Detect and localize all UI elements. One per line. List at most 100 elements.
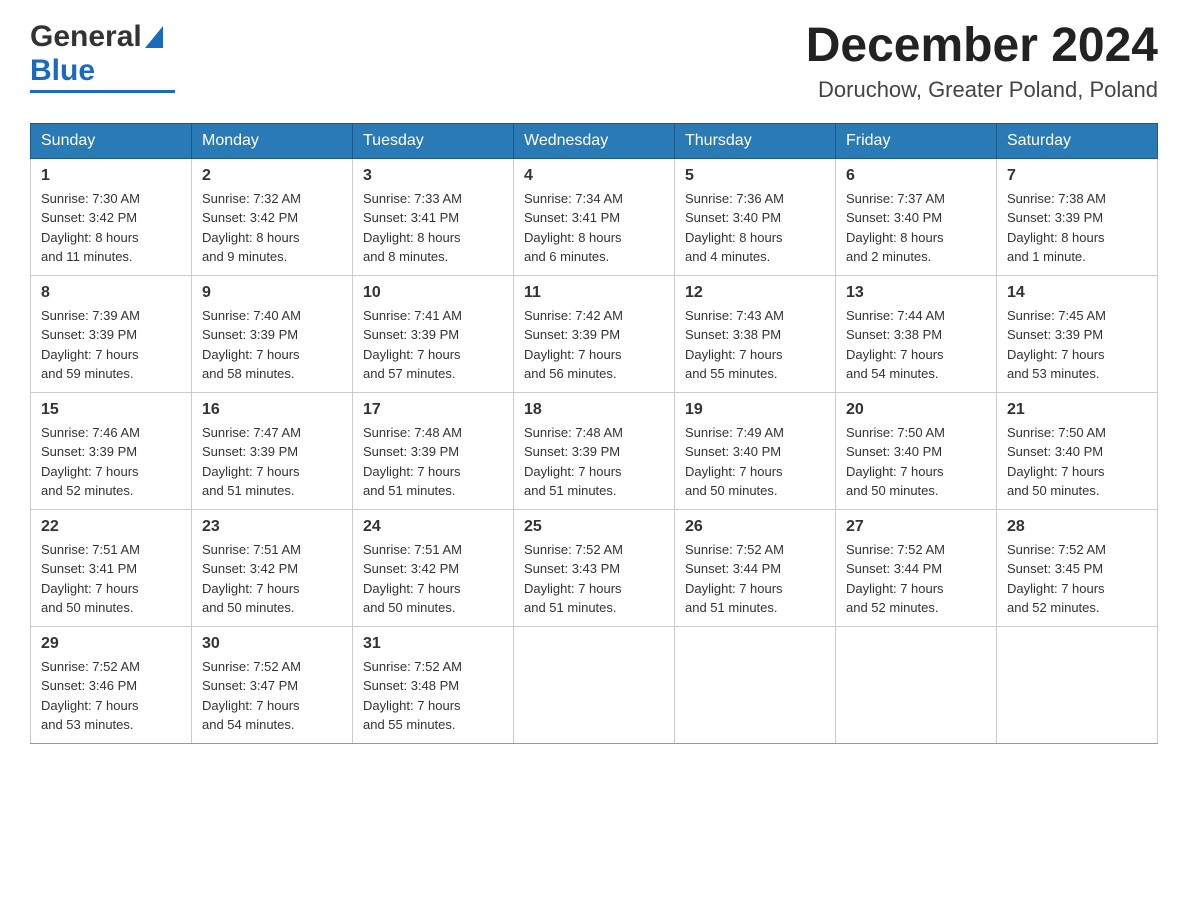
calendar-cell: 23 Sunrise: 7:51 AMSunset: 3:42 PMDaylig…: [192, 509, 353, 626]
calendar-cell: 15 Sunrise: 7:46 AMSunset: 3:39 PMDaylig…: [31, 392, 192, 509]
calendar-cell: 2 Sunrise: 7:32 AMSunset: 3:42 PMDayligh…: [192, 158, 353, 275]
day-number: 1: [41, 167, 181, 185]
day-info: Sunrise: 7:49 AMSunset: 3:40 PMDaylight:…: [685, 423, 825, 501]
day-info: Sunrise: 7:52 AMSunset: 3:44 PMDaylight:…: [846, 540, 986, 618]
day-info: Sunrise: 7:37 AMSunset: 3:40 PMDaylight:…: [846, 189, 986, 267]
day-number: 24: [363, 518, 503, 536]
calendar-cell: 8 Sunrise: 7:39 AMSunset: 3:39 PMDayligh…: [31, 275, 192, 392]
day-number: 17: [363, 401, 503, 419]
day-info: Sunrise: 7:45 AMSunset: 3:39 PMDaylight:…: [1007, 306, 1147, 384]
day-info: Sunrise: 7:32 AMSunset: 3:42 PMDaylight:…: [202, 189, 342, 267]
day-number: 25: [524, 518, 664, 536]
calendar-cell: 5 Sunrise: 7:36 AMSunset: 3:40 PMDayligh…: [675, 158, 836, 275]
calendar-cell: 9 Sunrise: 7:40 AMSunset: 3:39 PMDayligh…: [192, 275, 353, 392]
calendar-cell: 29 Sunrise: 7:52 AMSunset: 3:46 PMDaylig…: [31, 626, 192, 743]
calendar-cell: 31 Sunrise: 7:52 AMSunset: 3:48 PMDaylig…: [353, 626, 514, 743]
day-info: Sunrise: 7:51 AMSunset: 3:42 PMDaylight:…: [363, 540, 503, 618]
day-info: Sunrise: 7:52 AMSunset: 3:43 PMDaylight:…: [524, 540, 664, 618]
calendar-cell: 25 Sunrise: 7:52 AMSunset: 3:43 PMDaylig…: [514, 509, 675, 626]
day-info: Sunrise: 7:48 AMSunset: 3:39 PMDaylight:…: [524, 423, 664, 501]
day-number: 5: [685, 167, 825, 185]
day-info: Sunrise: 7:44 AMSunset: 3:38 PMDaylight:…: [846, 306, 986, 384]
calendar-cell: 3 Sunrise: 7:33 AMSunset: 3:41 PMDayligh…: [353, 158, 514, 275]
logo-underline: [30, 90, 175, 93]
calendar-cell: 1 Sunrise: 7:30 AMSunset: 3:42 PMDayligh…: [31, 158, 192, 275]
day-number: 29: [41, 635, 181, 653]
day-number: 13: [846, 284, 986, 302]
day-info: Sunrise: 7:33 AMSunset: 3:41 PMDaylight:…: [363, 189, 503, 267]
logo-triangle-icon: [145, 26, 163, 53]
calendar-cell: 10 Sunrise: 7:41 AMSunset: 3:39 PMDaylig…: [353, 275, 514, 392]
weekday-header-wednesday: Wednesday: [514, 123, 675, 158]
day-number: 19: [685, 401, 825, 419]
day-info: Sunrise: 7:52 AMSunset: 3:44 PMDaylight:…: [685, 540, 825, 618]
day-number: 11: [524, 284, 664, 302]
calendar-cell: 13 Sunrise: 7:44 AMSunset: 3:38 PMDaylig…: [836, 275, 997, 392]
day-number: 8: [41, 284, 181, 302]
page-header: General Blue December 2024 Doruchow, Gre…: [30, 20, 1158, 103]
day-info: Sunrise: 7:50 AMSunset: 3:40 PMDaylight:…: [1007, 423, 1147, 501]
day-number: 15: [41, 401, 181, 419]
calendar-cell: 30 Sunrise: 7:52 AMSunset: 3:47 PMDaylig…: [192, 626, 353, 743]
day-number: 18: [524, 401, 664, 419]
calendar-table: SundayMondayTuesdayWednesdayThursdayFrid…: [30, 123, 1158, 744]
day-number: 4: [524, 167, 664, 185]
calendar-cell: 6 Sunrise: 7:37 AMSunset: 3:40 PMDayligh…: [836, 158, 997, 275]
calendar-cell: [997, 626, 1158, 743]
weekday-header-saturday: Saturday: [997, 123, 1158, 158]
calendar-cell: 21 Sunrise: 7:50 AMSunset: 3:40 PMDaylig…: [997, 392, 1158, 509]
day-number: 3: [363, 167, 503, 185]
day-number: 20: [846, 401, 986, 419]
calendar-cell: 12 Sunrise: 7:43 AMSunset: 3:38 PMDaylig…: [675, 275, 836, 392]
calendar-cell: 28 Sunrise: 7:52 AMSunset: 3:45 PMDaylig…: [997, 509, 1158, 626]
calendar-cell: [836, 626, 997, 743]
day-number: 12: [685, 284, 825, 302]
day-number: 27: [846, 518, 986, 536]
day-number: 26: [685, 518, 825, 536]
weekday-header-monday: Monday: [192, 123, 353, 158]
calendar-cell: 4 Sunrise: 7:34 AMSunset: 3:41 PMDayligh…: [514, 158, 675, 275]
day-info: Sunrise: 7:39 AMSunset: 3:39 PMDaylight:…: [41, 306, 181, 384]
day-number: 2: [202, 167, 342, 185]
calendar-cell: 19 Sunrise: 7:49 AMSunset: 3:40 PMDaylig…: [675, 392, 836, 509]
weekday-header-tuesday: Tuesday: [353, 123, 514, 158]
calendar-cell: 14 Sunrise: 7:45 AMSunset: 3:39 PMDaylig…: [997, 275, 1158, 392]
calendar-cell: 27 Sunrise: 7:52 AMSunset: 3:44 PMDaylig…: [836, 509, 997, 626]
day-info: Sunrise: 7:47 AMSunset: 3:39 PMDaylight:…: [202, 423, 342, 501]
day-number: 10: [363, 284, 503, 302]
logo-blue-text: Blue: [30, 54, 95, 87]
calendar-cell: [514, 626, 675, 743]
weekday-header-sunday: Sunday: [31, 123, 192, 158]
day-number: 30: [202, 635, 342, 653]
day-info: Sunrise: 7:48 AMSunset: 3:39 PMDaylight:…: [363, 423, 503, 501]
calendar-cell: [675, 626, 836, 743]
calendar-cell: 20 Sunrise: 7:50 AMSunset: 3:40 PMDaylig…: [836, 392, 997, 509]
location-title: Doruchow, Greater Poland, Poland: [806, 77, 1158, 103]
day-info: Sunrise: 7:51 AMSunset: 3:41 PMDaylight:…: [41, 540, 181, 618]
day-info: Sunrise: 7:52 AMSunset: 3:48 PMDaylight:…: [363, 657, 503, 735]
calendar-cell: 24 Sunrise: 7:51 AMSunset: 3:42 PMDaylig…: [353, 509, 514, 626]
day-info: Sunrise: 7:42 AMSunset: 3:39 PMDaylight:…: [524, 306, 664, 384]
calendar-week-1: 1 Sunrise: 7:30 AMSunset: 3:42 PMDayligh…: [31, 158, 1158, 275]
calendar-cell: 11 Sunrise: 7:42 AMSunset: 3:39 PMDaylig…: [514, 275, 675, 392]
day-info: Sunrise: 7:46 AMSunset: 3:39 PMDaylight:…: [41, 423, 181, 501]
month-title: December 2024: [806, 20, 1158, 73]
day-number: 6: [846, 167, 986, 185]
day-number: 22: [41, 518, 181, 536]
calendar-cell: 26 Sunrise: 7:52 AMSunset: 3:44 PMDaylig…: [675, 509, 836, 626]
day-info: Sunrise: 7:52 AMSunset: 3:45 PMDaylight:…: [1007, 540, 1147, 618]
day-info: Sunrise: 7:41 AMSunset: 3:39 PMDaylight:…: [363, 306, 503, 384]
day-info: Sunrise: 7:40 AMSunset: 3:39 PMDaylight:…: [202, 306, 342, 384]
weekday-header-row: SundayMondayTuesdayWednesdayThursdayFrid…: [31, 123, 1158, 158]
calendar-week-2: 8 Sunrise: 7:39 AMSunset: 3:39 PMDayligh…: [31, 275, 1158, 392]
logo-general-text: General: [30, 20, 142, 54]
day-info: Sunrise: 7:51 AMSunset: 3:42 PMDaylight:…: [202, 540, 342, 618]
day-info: Sunrise: 7:30 AMSunset: 3:42 PMDaylight:…: [41, 189, 181, 267]
calendar-week-5: 29 Sunrise: 7:52 AMSunset: 3:46 PMDaylig…: [31, 626, 1158, 743]
calendar-week-3: 15 Sunrise: 7:46 AMSunset: 3:39 PMDaylig…: [31, 392, 1158, 509]
weekday-header-friday: Friday: [836, 123, 997, 158]
day-number: 28: [1007, 518, 1147, 536]
calendar-cell: 22 Sunrise: 7:51 AMSunset: 3:41 PMDaylig…: [31, 509, 192, 626]
day-number: 9: [202, 284, 342, 302]
logo: General Blue: [30, 20, 175, 93]
